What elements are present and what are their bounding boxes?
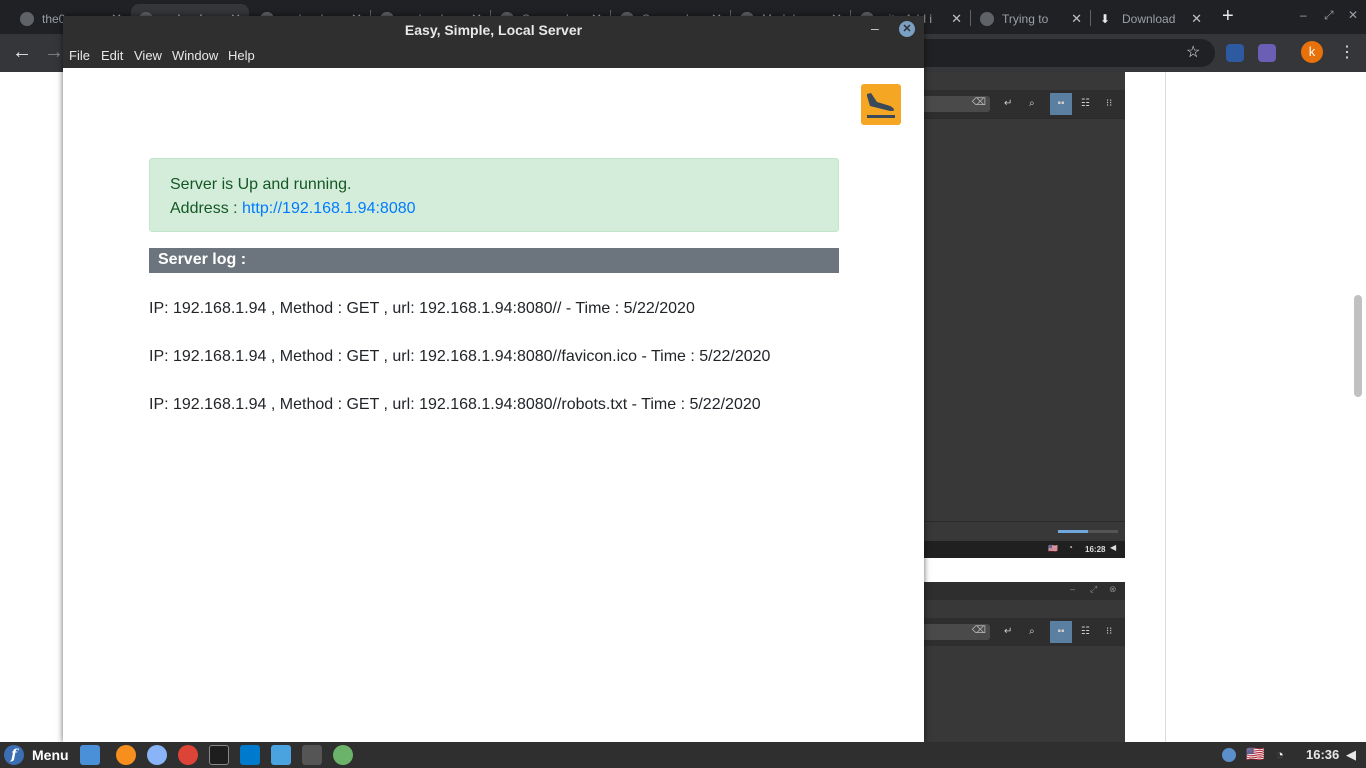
back-arrow-icon[interactable]: ←	[12, 41, 32, 64]
close-icon[interactable]: ✕	[951, 11, 962, 27]
page-divider	[1165, 72, 1166, 742]
wifi-icon: ◔	[1068, 543, 1073, 552]
taskbar: f Menu 🇺🇸 ◔ 16:36 ◀	[0, 742, 1366, 768]
dark-search-icon: ⌕	[1029, 98, 1035, 109]
update-icon[interactable]	[1222, 748, 1236, 762]
tab-label: Trying to	[1002, 12, 1049, 26]
dark-toolbar: ↵ ⌕ ▪▪ ☷ ⁝⁝	[924, 90, 1125, 118]
terminal-icon[interactable]	[209, 745, 229, 765]
volume-icon: ◀	[1110, 543, 1117, 552]
fedora-logo-icon: f	[4, 745, 24, 765]
window-titlebar[interactable]: Easy, Simple, Local Server – ✕	[63, 16, 924, 44]
firefox-icon[interactable]	[116, 745, 136, 765]
dark-icon: ↵	[1004, 626, 1013, 637]
dark-minimize-icon: –	[1070, 584, 1076, 594]
extension-icon[interactable]	[1258, 44, 1276, 62]
close-icon[interactable]: ✕	[1191, 11, 1202, 27]
tab-label: Download	[1122, 12, 1176, 26]
dark-grid-icon: ▪▪	[1050, 93, 1072, 115]
menu-edit[interactable]: Edit	[101, 48, 123, 63]
start-menu-label: Menu	[32, 747, 69, 763]
dark-maximize-icon: ⤢	[1090, 584, 1098, 594]
window-title: Easy, Simple, Local Server	[404, 22, 583, 38]
dark-toolbar: ↵ ⌕ ▪▪ ☷ ⁝⁝	[924, 618, 1125, 646]
github-icon	[20, 12, 34, 26]
new-tab-button[interactable]: +	[1222, 5, 1234, 28]
dark-search-field	[924, 96, 990, 112]
airplane-landing-icon	[861, 84, 901, 125]
background-screenshot-panel: ↵ ⌕ ▪▪ ☷ ⁝⁝	[924, 72, 1125, 558]
maximize-icon[interactable]: ⤢	[1324, 8, 1334, 23]
dark-zoom-slider	[1058, 530, 1118, 533]
browser-tab[interactable]: ⬇ Download ✕	[1092, 4, 1210, 34]
server-status-text: Server is Up and running.	[170, 176, 352, 193]
close-icon[interactable]: ✕	[1071, 11, 1082, 27]
dark-icon: ↵	[1004, 98, 1013, 109]
start-menu-button[interactable]: f Menu	[4, 744, 69, 766]
close-window-icon[interactable]: ✕	[1348, 8, 1358, 22]
minimize-icon[interactable]: –	[1300, 8, 1307, 22]
vscode-icon[interactable]	[240, 745, 260, 765]
dark-close-icon: ⊗	[1109, 584, 1117, 594]
menu-bar: File Edit View Window Help	[63, 44, 924, 68]
divider	[924, 521, 1125, 522]
wifi-icon[interactable]: ◔	[1276, 747, 1284, 762]
show-desktop-icon[interactable]	[80, 745, 100, 765]
fedora-extension-icon[interactable]	[1226, 44, 1244, 62]
divider	[924, 118, 1125, 119]
close-button[interactable]: ✕	[899, 21, 915, 37]
address-bar[interactable]	[900, 39, 1215, 67]
forward-arrow-icon[interactable]: →	[44, 41, 64, 64]
browser-menu-icon[interactable]: ⋮	[1339, 42, 1355, 62]
clock[interactable]: 16:36	[1306, 747, 1339, 762]
bookmark-star-icon[interactable]: ☆	[1186, 42, 1200, 62]
minimize-button[interactable]: –	[871, 20, 879, 36]
browser-tab[interactable]: Trying to ✕	[972, 4, 1090, 34]
download-icon: ⬇	[1100, 12, 1111, 26]
system-tray: 🇺🇸 ◔ 16:36 ◀	[1216, 742, 1366, 768]
app-content: Server is Up and running. Address : http…	[63, 68, 924, 742]
profile-avatar[interactable]: k	[1301, 41, 1323, 63]
server-status-alert: Server is Up and running. Address : http…	[149, 158, 839, 232]
menu-view[interactable]: View	[134, 48, 162, 63]
log-entry: IP: 192.168.1.94 , Method : GET , url: 1…	[149, 396, 761, 413]
us-flag-icon[interactable]: 🇺🇸	[1246, 745, 1265, 763]
background-screenshot-panel: – ⤢ ⊗ ↵ ⌕ ▪▪ ☷ ⁝⁝	[924, 582, 1125, 742]
files-icon[interactable]	[271, 745, 291, 765]
volume-icon[interactable]: ◀	[1346, 747, 1356, 763]
flag-icon: 🇺🇸	[1048, 544, 1058, 553]
chrome-icon[interactable]	[178, 745, 198, 765]
server-log-header: Server log :	[149, 248, 839, 273]
server-address-line: Address : http://192.168.1.94:8080	[170, 197, 818, 221]
dark-status-bar: 🇺🇸 ◔ 16:28 ◀	[924, 541, 1125, 558]
github-icon	[980, 12, 994, 26]
server-app-window: Easy, Simple, Local Server – ✕ File Edit…	[63, 16, 924, 742]
dark-compact-icon: ⁝⁝	[1106, 626, 1113, 637]
network-server-icon[interactable]	[302, 745, 322, 765]
dark-titlebar: – ⤢ ⊗	[924, 582, 1125, 600]
dark-grid-icon: ▪▪	[1050, 621, 1072, 643]
page-scrollbar[interactable]	[1354, 295, 1362, 397]
dark-search-icon: ⌕	[1029, 626, 1035, 637]
dark-list-icon: ☷	[1081, 98, 1090, 109]
tab-separator	[1090, 10, 1091, 26]
dark-compact-icon: ⁝⁝	[1106, 98, 1113, 109]
address-label: Address :	[170, 200, 243, 217]
server-address-link[interactable]: http://192.168.1.94:8080	[242, 200, 415, 217]
menu-window[interactable]: Window	[172, 48, 218, 63]
tab-separator	[970, 10, 971, 26]
dark-search-field	[924, 624, 990, 640]
chromium-icon[interactable]	[147, 745, 167, 765]
log-entry: IP: 192.168.1.94 , Method : GET , url: 1…	[149, 348, 771, 365]
app-globe-icon[interactable]	[333, 745, 353, 765]
menu-file[interactable]: File	[69, 48, 90, 63]
dark-list-icon: ☷	[1081, 626, 1090, 637]
menu-help[interactable]: Help	[228, 48, 255, 63]
dark-clock: 16:28	[1085, 545, 1106, 554]
log-entry: IP: 192.168.1.94 , Method : GET , url: 1…	[149, 300, 695, 317]
